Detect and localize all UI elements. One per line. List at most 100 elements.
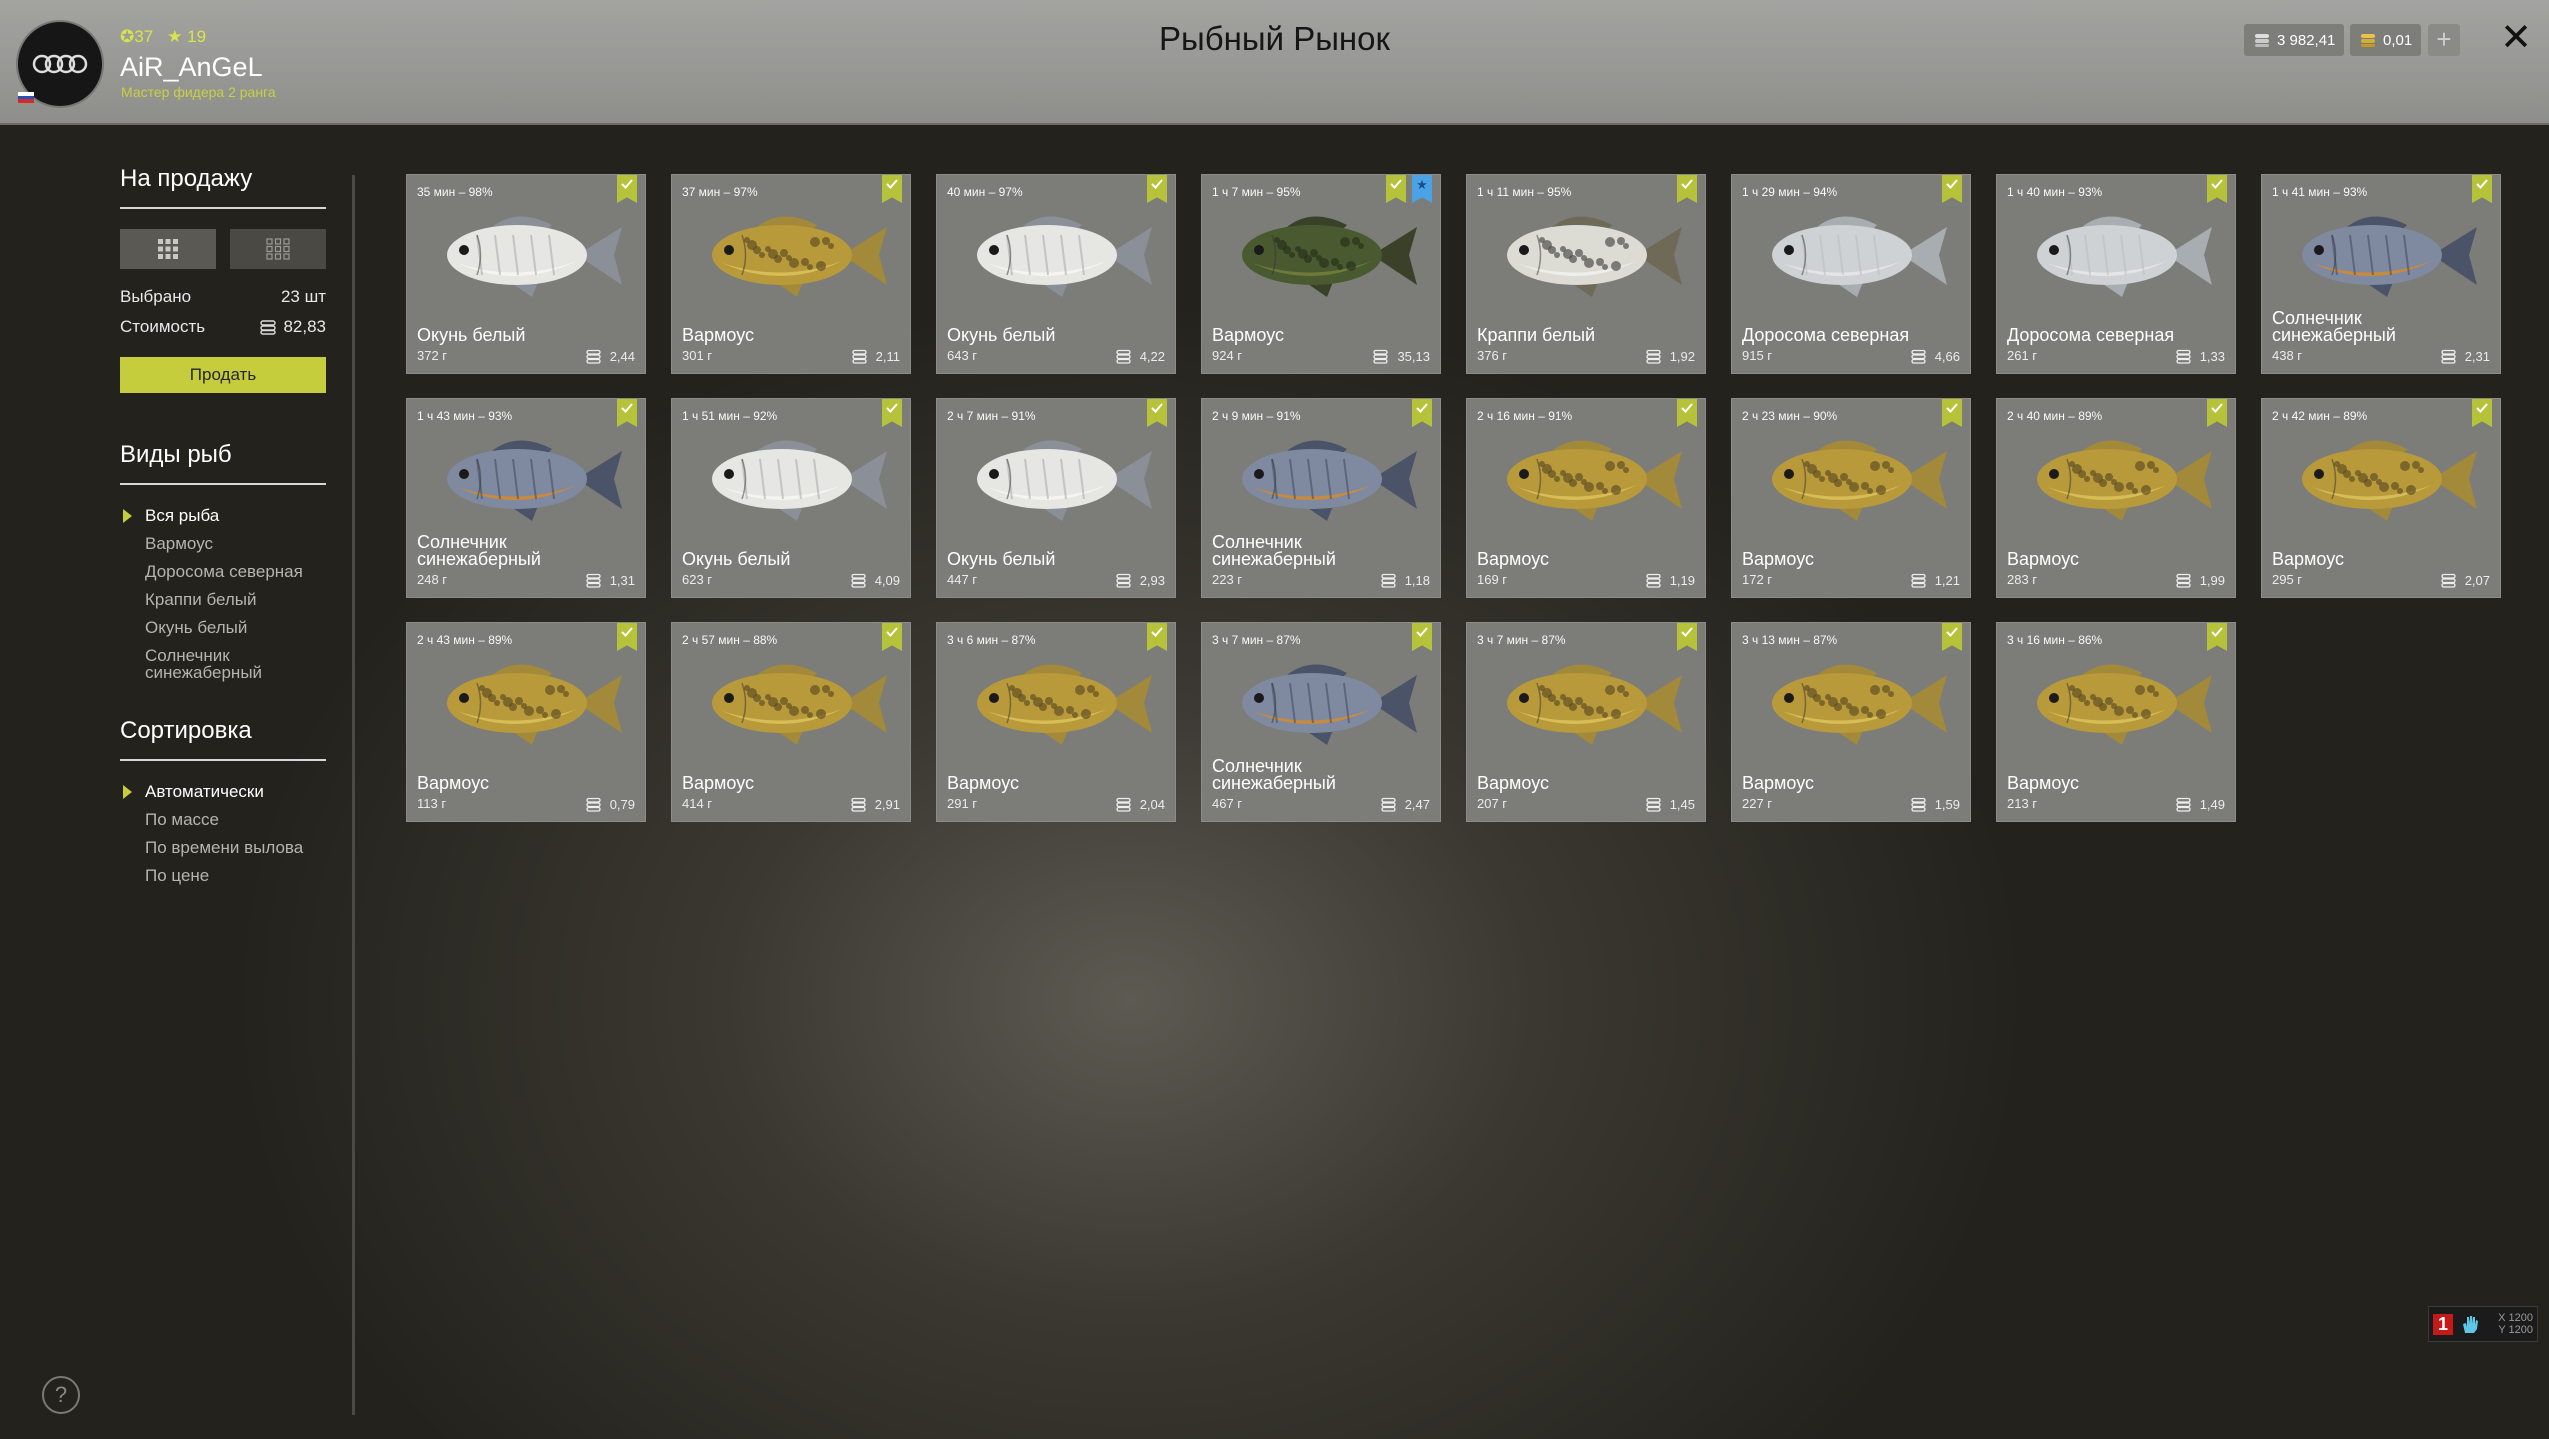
fish-name: Солнечник синежаберный <box>1212 532 1336 569</box>
close-button[interactable]: ✕ <box>2496 18 2536 58</box>
selected-check-icon[interactable] <box>2207 623 2227 651</box>
fish-card[interactable]: 1 ч 43 мин – 93% Солнечник синежаберный … <box>406 398 646 598</box>
fish-card[interactable]: 1 ч 11 мин – 95% Краппи белый 376 г 1,92 <box>1466 174 1706 374</box>
selected-check-icon[interactable] <box>2472 175 2492 203</box>
selected-check-icon[interactable] <box>1677 175 1697 203</box>
fish-card[interactable]: 1 ч 41 мин – 93% Солнечник синежаберный … <box>2261 174 2501 374</box>
price-value: 1,33 <box>2199 349 2225 364</box>
selected-check-icon[interactable] <box>882 175 902 203</box>
price-value: 1,49 <box>2199 797 2225 812</box>
fish-name: Солнечник синежаберный <box>1212 756 1336 793</box>
sort-by-weight[interactable]: По массе <box>120 811 326 828</box>
fish-card[interactable]: 1 ч 51 мин – 92% Окунь белый 623 г 4,09 <box>671 398 911 598</box>
fish-card[interactable]: 2 ч 7 мин – 91% Окунь белый 447 г 2,93 <box>936 398 1176 598</box>
fish-price: 1,99 <box>2175 573 2225 588</box>
fish-card[interactable]: 2 ч 40 мин – 89% Вармоус 283 г 1,99 <box>1996 398 2236 598</box>
selected-check-icon[interactable] <box>2207 175 2227 203</box>
price-value: 1,31 <box>609 573 635 588</box>
selected-check-icon[interactable] <box>1677 623 1697 651</box>
selected-check-icon[interactable] <box>2472 399 2492 427</box>
fish-card[interactable]: 1 ч 29 мин – 94% Доросома северная 915 г… <box>1731 174 1971 374</box>
fish-icon <box>2302 216 2477 297</box>
fish-card[interactable]: 3 ч 7 мин – 87% Вармоус 207 г 1,45 <box>1466 622 1706 822</box>
sell-button[interactable]: Продать <box>120 357 326 393</box>
filter-label: Вармоус <box>145 534 214 553</box>
fish-icon <box>1242 664 1417 745</box>
fish-weight: 438 г <box>2272 348 2303 363</box>
help-icon[interactable]: ? <box>42 1376 80 1414</box>
filter-bluegill[interactable]: Солнечник синежаберный <box>120 647 262 681</box>
sort-by-price[interactable]: По цене <box>120 867 326 884</box>
selected-check-icon[interactable] <box>617 399 637 427</box>
selected-check-icon[interactable] <box>1942 623 1962 651</box>
fish-card[interactable]: 1 ч 40 мин – 93% Доросома северная 261 г… <box>1996 174 2236 374</box>
fish-icon <box>1507 216 1682 297</box>
selected-check-icon[interactable] <box>1412 623 1432 651</box>
fish-card[interactable]: 3 ч 7 мин – 87% Солнечник синежаберный 4… <box>1201 622 1441 822</box>
small-grid-view-button[interactable] <box>230 229 326 269</box>
fish-weight: 447 г <box>947 572 978 587</box>
fish-name: Вармоус <box>682 773 755 793</box>
selected-check-icon[interactable] <box>1942 175 1962 203</box>
fish-name: Вармоус <box>2007 549 2080 569</box>
selected-check-icon[interactable] <box>1677 399 1697 427</box>
fish-card[interactable]: 35 мин – 98% Окунь белый 372 г 2,44 <box>406 174 646 374</box>
fish-icon <box>2302 440 2477 521</box>
fish-card[interactable]: 3 ч 13 мин – 87% Вармоус 227 г 1,59 <box>1731 622 1971 822</box>
fish-card[interactable]: 2 ч 43 мин – 89% Вармоус 113 г 0,79 <box>406 622 646 822</box>
fish-types-title: Виды рыб <box>120 441 326 485</box>
filter-warmouth[interactable]: Вармоус <box>120 535 326 552</box>
selected-check-icon[interactable] <box>1386 175 1406 203</box>
selected-check-icon[interactable] <box>617 623 637 651</box>
price-value: 2,47 <box>1404 797 1430 812</box>
fish-name: Вармоус <box>1477 773 1550 793</box>
silver-coins-icon <box>586 797 601 812</box>
fish-card[interactable]: 2 ч 23 мин – 90% Вармоус 172 г 1,21 <box>1731 398 1971 598</box>
catch-time: 3 ч 6 мин – 87% <box>947 633 1036 647</box>
selected-check-icon[interactable] <box>882 399 902 427</box>
selected-check-icon[interactable] <box>617 175 637 203</box>
fish-card[interactable]: 1 ч 7 мин – 95% ★ Вармоус 924 г 35,13 <box>1201 174 1441 374</box>
silver-coins-icon <box>586 349 601 364</box>
selected-check-icon[interactable] <box>1147 623 1167 651</box>
fish-card[interactable]: 2 ч 42 мин – 89% Вармоус 295 г 2,07 <box>2261 398 2501 598</box>
selected-check-icon[interactable] <box>882 623 902 651</box>
fish-card[interactable]: 2 ч 9 мин – 91% Солнечник синежаберный 2… <box>1201 398 1441 598</box>
selected-check-icon[interactable] <box>1412 399 1432 427</box>
fish-price: 2,47 <box>1380 797 1430 812</box>
selected-check-icon[interactable] <box>2207 399 2227 427</box>
fish-card[interactable]: 3 ч 6 мин – 87% Вармоус 291 г 2,04 <box>936 622 1176 822</box>
add-currency-button[interactable]: + <box>2428 24 2460 56</box>
fish-name: Окунь белый <box>417 325 526 345</box>
sort-by-catch-time[interactable]: По времени вылова <box>120 839 326 856</box>
catch-time: 2 ч 23 мин – 90% <box>1742 409 1838 423</box>
fish-card[interactable]: 2 ч 16 мин – 91% Вармоус 169 г 1,19 <box>1466 398 1706 598</box>
large-grid-view-button[interactable] <box>120 229 216 269</box>
selected-check-icon[interactable] <box>1942 399 1962 427</box>
fish-name: Вармоус <box>1212 325 1285 345</box>
filter-gizzard-shad[interactable]: Доросома северная <box>120 563 326 580</box>
selected-label: Выбрано <box>120 287 192 306</box>
silver-balance: 3 982,41 <box>2244 24 2345 56</box>
fish-card[interactable]: 40 мин – 97% Окунь белый 643 г 4,22 <box>936 174 1176 374</box>
fish-name: Вармоус <box>2272 549 2345 569</box>
price-value: 2,91 <box>874 797 900 812</box>
fish-weight: 301 г <box>682 348 713 363</box>
fish-card[interactable]: 2 ч 57 мин – 88% Вармоус 414 г 2,91 <box>671 622 911 822</box>
fish-name: Вармоус <box>1742 549 1815 569</box>
fish-price: 1,49 <box>2175 797 2225 812</box>
filter-all-fish[interactable]: Вся рыба <box>120 507 326 524</box>
selected-check-icon[interactable] <box>1147 399 1167 427</box>
fish-card[interactable]: 3 ч 16 мин – 86% Вармоус 213 г 1,49 <box>1996 622 2236 822</box>
fish-card[interactable]: 37 мин – 97% Вармоус 301 г 2,11 <box>671 174 911 374</box>
favorite-star-icon[interactable]: ★ <box>1412 175 1432 203</box>
fish-weight: 207 г <box>1477 796 1508 811</box>
filter-label: Вся рыба <box>145 506 220 525</box>
selected-check-icon[interactable] <box>1147 175 1167 203</box>
rank-title: Мастер фидера 2 ранга <box>121 84 276 100</box>
fish-weight: 295 г <box>2272 572 2303 587</box>
sort-auto[interactable]: Автоматически <box>120 783 326 800</box>
sort-label: По цене <box>145 866 210 885</box>
filter-white-bass[interactable]: Окунь белый <box>120 619 326 636</box>
filter-white-crappie[interactable]: Краппи белый <box>120 591 326 608</box>
